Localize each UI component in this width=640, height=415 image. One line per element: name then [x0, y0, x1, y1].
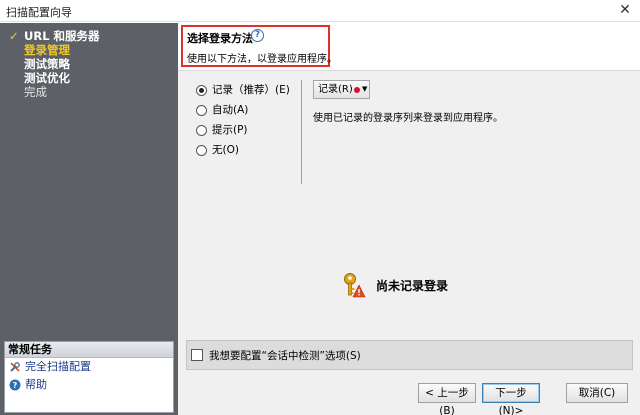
step-label: 测试策略 [24, 57, 70, 71]
wizard-sidebar: ✓ URL 和服务器 登录管理 测试策略 测试优化 完成 常规任务 完全扫描配置 [0, 23, 178, 415]
step-url-server: ✓ URL 和服务器 [0, 29, 178, 43]
radio-label: 无(O) [212, 144, 239, 156]
record-description: 使用已记录的登录序列来登录到应用程序。 [313, 113, 503, 124]
cancel-button[interactable]: 取消(C) [566, 383, 628, 403]
page-subtitle: 使用以下方法，以登录应用程序。 [187, 54, 337, 65]
radio-label: 记录（推荐）(E) [212, 84, 290, 96]
wrench-icon [10, 362, 20, 372]
task-full-scan-config[interactable]: 完全扫描配置 [5, 358, 173, 376]
page-header: 选择登录方法 ? 使用以下方法，以登录应用程序。 [178, 23, 640, 71]
common-tasks-header: 常规任务 [5, 342, 173, 358]
common-tasks-panel: 常规任务 完全扫描配置 ? 帮助 [4, 341, 174, 413]
session-detection-option: 我想要配置“会话中检测”选项(S) [186, 340, 633, 370]
session-detection-label[interactable]: 我想要配置“会话中检测”选项(S) [209, 348, 361, 363]
no-recording-text: 尚未记录登录 [376, 279, 449, 293]
step-label: 完成 [24, 85, 47, 99]
login-method-options: 记录（推荐）(E) 自动(A) 提示(P) 无(O) [196, 84, 290, 164]
checkmark-icon: ✓ [9, 29, 19, 43]
step-label: 登录管理 [24, 43, 70, 57]
radio-button[interactable] [196, 125, 207, 136]
record-button-label: 记录(R) [318, 84, 353, 95]
radio-record[interactable]: 记录（推荐）(E) [196, 84, 290, 104]
radio-label: 自动(A) [212, 104, 249, 116]
window-title: 扫描配置向导 [6, 6, 72, 19]
help-circle-icon[interactable]: ? [251, 29, 264, 42]
radio-automatic[interactable]: 自动(A) [196, 104, 290, 124]
radio-button-selected[interactable] [196, 85, 207, 96]
back-button[interactable]: < 上一步(B) [418, 383, 476, 415]
radio-prompt[interactable]: 提示(P) [196, 124, 290, 144]
page-title: 选择登录方法 [187, 32, 253, 45]
task-label: 帮助 [25, 378, 47, 391]
close-icon[interactable]: ✕ [610, 0, 640, 22]
session-detection-checkbox[interactable] [191, 349, 203, 361]
step-test-optimization: 测试优化 [0, 71, 178, 85]
vertical-divider [301, 80, 302, 184]
no-recording-status: 尚未记录登录 [342, 272, 462, 298]
radio-none[interactable]: 无(O) [196, 144, 290, 164]
radio-button[interactable] [196, 145, 207, 156]
step-label: URL 和服务器 [24, 29, 100, 43]
key-warning-icon [344, 273, 366, 298]
radio-label: 提示(P) [212, 124, 248, 136]
next-button[interactable]: 下一步(N)> [482, 383, 540, 415]
step-login-management: 登录管理 [0, 43, 178, 57]
step-test-strategy: 测试策略 [0, 57, 178, 71]
radio-button[interactable] [196, 105, 207, 116]
record-button[interactable]: 记录(R) ▼ [313, 80, 370, 99]
chevron-down-icon: ▼ [362, 85, 368, 93]
step-label: 测试优化 [24, 71, 70, 85]
help-icon: ? [9, 379, 21, 391]
task-label: 完全扫描配置 [25, 360, 91, 373]
window-titlebar: 扫描配置向导 ✕ [0, 0, 640, 22]
svg-text:?: ? [13, 381, 18, 390]
record-dot-icon [354, 87, 360, 93]
wizard-main-panel: 选择登录方法 ? 使用以下方法，以登录应用程序。 记录（推荐）(E) 自动(A)… [178, 23, 640, 415]
task-help[interactable]: ? 帮助 [5, 376, 173, 394]
wizard-steps: ✓ URL 和服务器 登录管理 测试策略 测试优化 完成 [0, 29, 178, 99]
step-finish: 完成 [0, 85, 178, 99]
